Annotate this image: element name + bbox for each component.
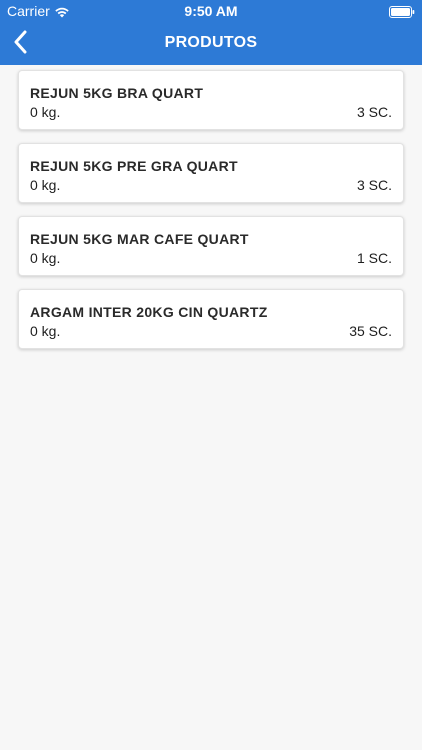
product-list: REJUN 5KG BRA QUART 0 kg. 3 SC. REJUN 5K… <box>18 70 404 362</box>
top-bar: Carrier 9:50 AM PRODUTOS <box>0 0 422 65</box>
product-weight: 0 kg. <box>30 177 61 193</box>
product-quantity: 1 SC. <box>356 250 392 266</box>
product-quantity: 3 SC. <box>356 177 392 193</box>
product-name: REJUN 5KG PRE GRA QUART <box>30 158 238 174</box>
status-bar: Carrier 9:50 AM <box>0 0 422 22</box>
product-card[interactable]: REJUN 5KG BRA QUART 0 kg. 3 SC. <box>18 70 404 130</box>
product-weight: 0 kg. <box>30 323 61 339</box>
product-quantity: 35 SC. <box>349 323 392 339</box>
product-card[interactable]: REJUN 5KG MAR CAFE QUART 0 kg. 1 SC. <box>18 216 404 276</box>
product-name: ARGAM INTER 20KG CIN QUARTZ <box>30 304 268 320</box>
page-title: PRODUTOS <box>164 34 258 51</box>
product-card[interactable]: REJUN 5KG PRE GRA QUART 0 kg. 3 SC. <box>18 143 404 203</box>
product-name: REJUN 5KG BRA QUART <box>30 85 204 101</box>
product-weight: 0 kg. <box>30 250 61 266</box>
product-quantity: 3 SC. <box>356 104 392 120</box>
battery-icon <box>389 5 415 18</box>
navigation-bar: PRODUTOS <box>0 22 422 65</box>
product-weight: 0 kg. <box>30 104 61 120</box>
product-card[interactable]: ARGAM INTER 20KG CIN QUARTZ 0 kg. 35 SC. <box>18 289 404 349</box>
screen: Carrier 9:50 AM PRODUTOS REJUN 5KG BRA Q… <box>0 0 422 750</box>
product-name: REJUN 5KG MAR CAFE QUART <box>30 231 249 247</box>
status-time: 9:50 AM <box>184 3 238 19</box>
